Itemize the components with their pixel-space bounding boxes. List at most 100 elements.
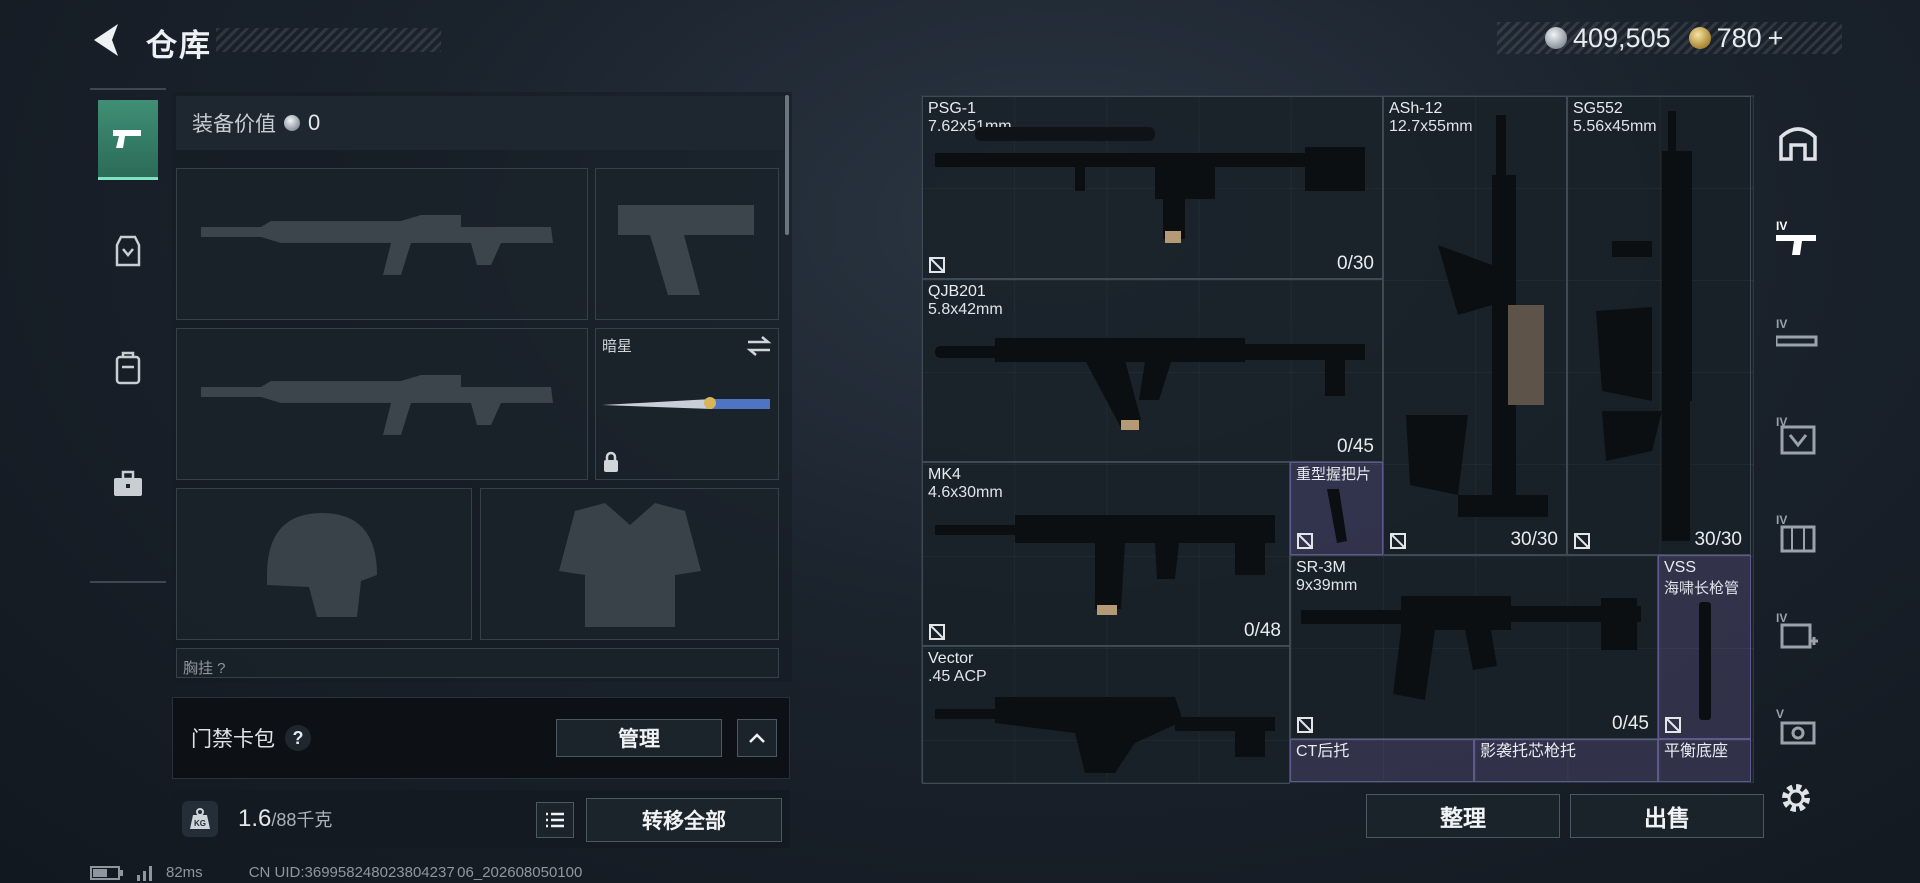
rifle-vertical-icon <box>1596 111 1692 541</box>
equipment-category-tabs <box>90 88 166 583</box>
list-view-button[interactable] <box>536 802 574 838</box>
item-name: QJB201 <box>928 283 986 300</box>
page-title: 仓库 <box>146 28 212 63</box>
stash-item-sr3m[interactable]: SR-3M 9x39mm 0/45 <box>1290 555 1658 739</box>
equipment-value: 0 <box>308 110 321 135</box>
pistol-silhouette-icon <box>618 205 754 295</box>
item-name: VSS <box>1664 559 1697 576</box>
access-card-bar: 门禁卡包 ? 管理 <box>172 697 790 779</box>
barrel-icon <box>1699 602 1711 720</box>
melee-slot[interactable]: 暗星 <box>595 328 779 480</box>
help-icon[interactable]: ? <box>285 725 311 751</box>
add-gold-button[interactable]: + <box>1768 23 1784 54</box>
expand-button[interactable] <box>737 719 777 757</box>
chest-rig-section: 胸挂 ? <box>176 648 779 678</box>
no-insurance-icon <box>1297 533 1313 549</box>
rifle-vertical-icon <box>1406 115 1548 517</box>
stash-item-ash12[interactable]: ASh-12 12.7x55mm 30/30 <box>1383 96 1567 555</box>
signal-icon <box>137 865 152 881</box>
knife-icon <box>602 397 770 409</box>
item-ammo: 30/30 <box>1694 529 1742 550</box>
equipment-value-header: 装备价值 0 <box>176 96 784 150</box>
helmet-slot[interactable] <box>176 488 472 640</box>
tab-equipment-stash[interactable]: IV <box>1772 311 1824 363</box>
no-insurance-icon <box>1297 717 1313 733</box>
item-name: PSG-1 <box>928 100 977 117</box>
chevron-up-icon <box>749 733 765 743</box>
primary-weapon-slot[interactable] <box>176 168 588 320</box>
tab-helmet-armor[interactable] <box>98 212 158 292</box>
gold-coin-icon <box>1688 27 1711 49</box>
sort-button[interactable]: 整理 <box>1366 794 1560 838</box>
item-caliber: 5.8x42mm <box>928 301 1003 318</box>
tab-armor-stash[interactable]: IV <box>1772 409 1824 461</box>
rifle-silhouette-icon <box>201 375 553 435</box>
no-insurance-icon <box>1574 533 1590 549</box>
swap-icon[interactable] <box>746 335 772 357</box>
no-insurance-icon <box>1665 717 1681 733</box>
tab-all-stash[interactable] <box>1772 117 1824 169</box>
silver-coin-icon <box>1545 27 1567 49</box>
back-arrow-icon <box>94 24 118 56</box>
stash-item-vector[interactable]: Vector .45 ACP <box>922 646 1290 784</box>
briefcase-icon <box>114 470 142 496</box>
pistol-icon <box>113 129 141 148</box>
stash-item-ct-stock[interactable]: CT后托 <box>1290 739 1474 782</box>
stash-item-psg1[interactable]: PSG-1 7.62x51mm 0/30 <box>922 96 1383 279</box>
helmet-silhouette-icon <box>267 513 377 617</box>
item-name: Vector <box>928 650 974 667</box>
svg-text:KG: KG <box>194 819 206 828</box>
stash-item-balance-base[interactable]: 平衡底座 <box>1658 739 1751 782</box>
item-ammo: 0/45 <box>1337 436 1374 457</box>
title-stripe-decor <box>216 28 441 52</box>
compact-rifle-icon <box>1301 596 1641 700</box>
stash-item-vss-barrel[interactable]: VSS 海啸长枪管 <box>1658 555 1751 739</box>
back-button[interactable] <box>88 20 122 60</box>
item-ammo: 0/30 <box>1337 253 1374 274</box>
gun-tab-icon <box>1776 235 1816 255</box>
item-caliber: 海啸长枪管 <box>1664 580 1740 597</box>
item-ammo: 0/48 <box>1244 620 1281 641</box>
pistol-slot[interactable] <box>595 168 779 320</box>
stash-item-qjb201[interactable]: QJB201 5.8x42mm 0/45 <box>922 279 1383 462</box>
settings-button[interactable] <box>1778 780 1818 820</box>
currency-bar: 409,505 780 + <box>1497 22 1842 54</box>
no-insurance-icon <box>929 257 945 273</box>
stash-item-shadow-stock[interactable]: 影袭托芯枪托 <box>1474 739 1658 782</box>
smg-icon <box>935 515 1275 615</box>
armor-icon <box>115 235 141 267</box>
tab-backpack[interactable] <box>98 328 158 408</box>
storage-icon <box>1779 127 1817 161</box>
silver-coin-icon <box>284 115 300 131</box>
sell-button[interactable]: 出售 <box>1570 794 1764 838</box>
ping-value: 82ms <box>166 864 203 881</box>
tab-weapons-stash[interactable]: IV <box>1772 213 1824 265</box>
battery-icon <box>90 865 123 880</box>
access-card-label: 门禁卡包 <box>191 728 275 751</box>
tab-case[interactable] <box>98 444 158 524</box>
status-bar: 82ms CN UID:369958248023804237 06_202608… <box>90 864 582 881</box>
stash-category-tabs: IV IV IV IV IV V <box>1762 95 1834 775</box>
chest-rig-label: 胸挂 ? <box>183 660 226 677</box>
item-ammo: 30/30 <box>1510 529 1558 550</box>
weight-max: /88千克 <box>271 810 333 830</box>
secondary-weapon-slot[interactable] <box>176 328 588 480</box>
tab-weapons[interactable] <box>98 100 158 180</box>
user-uid: CN UID:369958248023804237 06_20260805010… <box>248 864 583 881</box>
attachment-tab-icon <box>1776 335 1818 347</box>
manage-button[interactable]: 管理 <box>556 719 722 757</box>
melee-name: 暗星 <box>602 338 633 355</box>
tab-bags-stash[interactable]: IV <box>1772 507 1824 559</box>
equipment-scrollbar[interactable] <box>785 95 789 235</box>
stash-grid: PSG-1 7.62x51mm 0/30 ASh-12 12.7x55mm 30… <box>921 95 1754 784</box>
no-insurance-icon <box>1390 533 1406 549</box>
stash-item-mk4[interactable]: MK4 4.6x30mm 0/48 <box>922 462 1290 646</box>
stash-item-heavy-grip[interactable]: 重型握把片 <box>1290 462 1383 555</box>
transfer-all-button[interactable]: 转移全部 <box>586 798 782 842</box>
gold-balance: 780 <box>1716 22 1762 53</box>
stash-item-sg552[interactable]: SG552 5.56x45mm 30/30 <box>1567 96 1751 555</box>
tab-medical-stash[interactable]: IV <box>1772 605 1824 657</box>
tab-misc-stash[interactable]: V <box>1772 701 1824 753</box>
armor-slot[interactable] <box>480 488 779 640</box>
vector-smg-icon <box>935 697 1275 773</box>
